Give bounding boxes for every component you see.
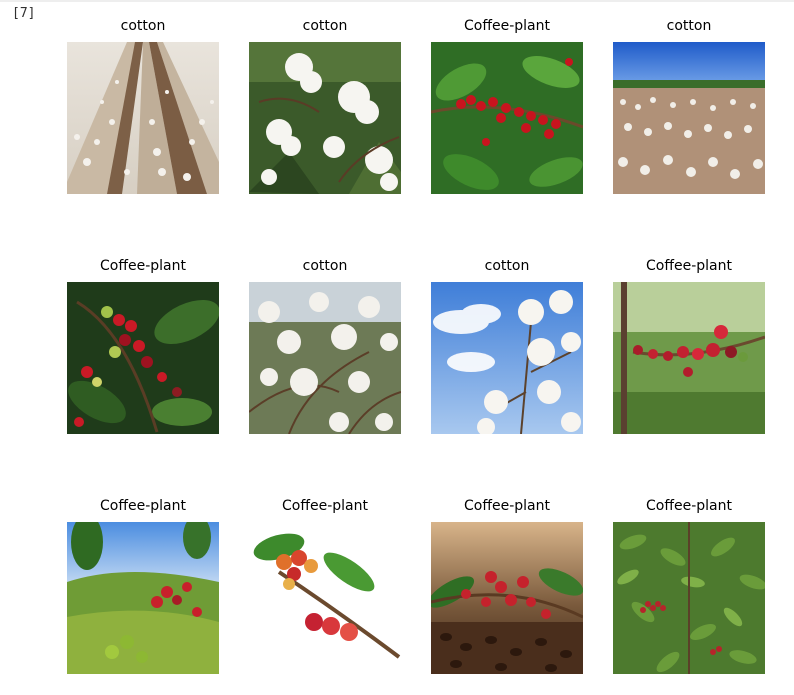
coffee-bush-dense-image bbox=[613, 522, 765, 674]
cotton-plant-open-bolls-image bbox=[249, 282, 401, 434]
tile-title: Coffee-plant bbox=[282, 498, 368, 514]
tile-title: Coffee-plant bbox=[464, 498, 550, 514]
image-grid-output: cotton cotton Coffee-plant cotton Coffee… bbox=[0, 0, 794, 695]
tile-title: cotton bbox=[484, 258, 530, 274]
tile-title: cotton bbox=[302, 258, 348, 274]
cotton-against-sky-image bbox=[431, 282, 583, 434]
coffee-plantation-hillside-image bbox=[67, 522, 219, 674]
coffee-cherries-white-background-image bbox=[249, 522, 401, 674]
tile-title: cotton bbox=[302, 18, 348, 34]
cotton-field-blue-sky-image bbox=[613, 42, 765, 194]
tile-title: Coffee-plant bbox=[464, 18, 550, 34]
coffee-cherries-over-beans-image bbox=[431, 522, 583, 674]
tile-title: Coffee-plant bbox=[100, 258, 186, 274]
coffee-cherries-mixed-ripeness-image bbox=[67, 282, 219, 434]
tile-title: Coffee-plant bbox=[646, 498, 732, 514]
coffee-branch-red-cherries-image bbox=[613, 282, 765, 434]
tile-title: cotton bbox=[666, 18, 712, 34]
cotton-field-rows-image bbox=[67, 42, 219, 194]
coffee-cherries-on-branch-image bbox=[431, 42, 583, 194]
tile-title: Coffee-plant bbox=[646, 258, 732, 274]
tile-title: cotton bbox=[120, 18, 166, 34]
cotton-bolls-closeup-image bbox=[249, 42, 401, 194]
tile-title: Coffee-plant bbox=[100, 498, 186, 514]
